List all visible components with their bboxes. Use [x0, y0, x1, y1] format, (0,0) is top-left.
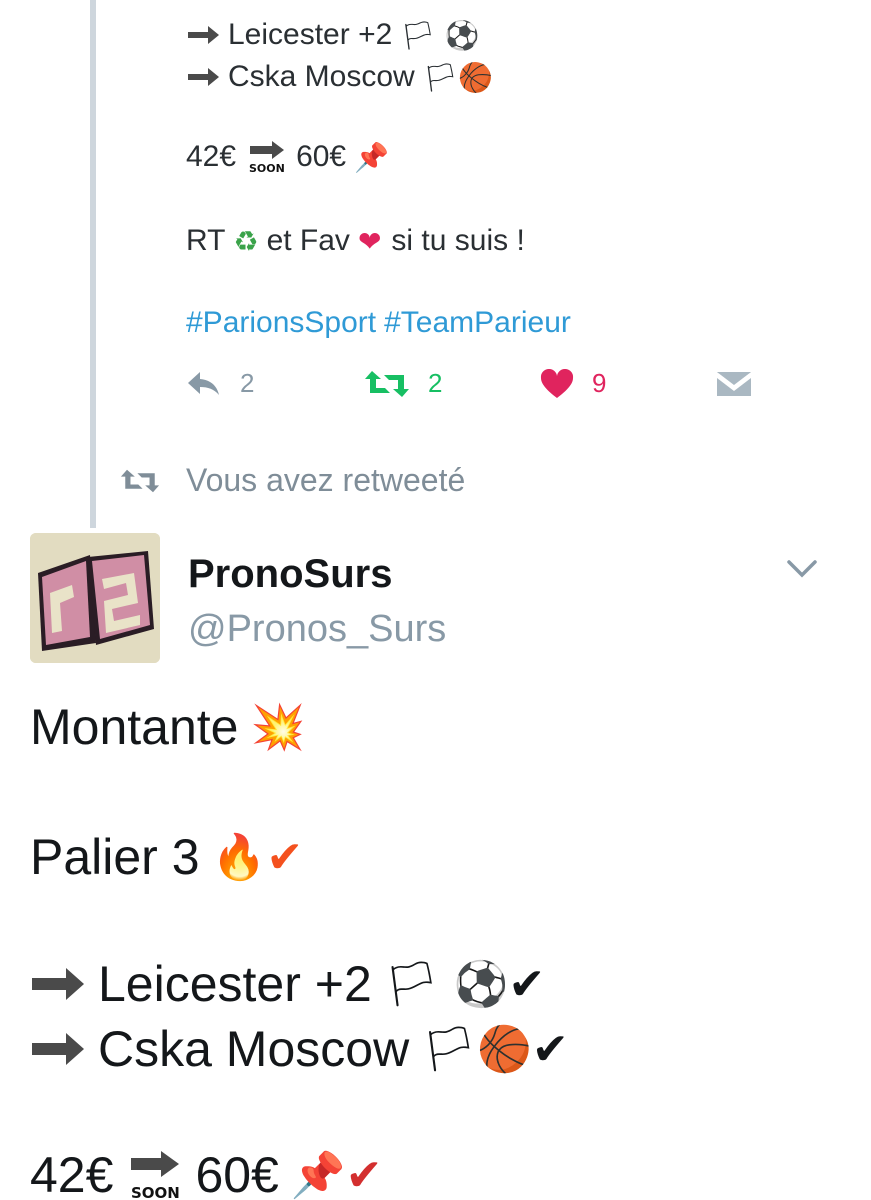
like-count: 9 — [592, 368, 607, 398]
money-to: 60€ — [195, 1147, 279, 1200]
soon-arrow-icon: SOON — [127, 1150, 181, 1200]
upper-rt-line: RT ♻ et Fav ❤ si tu suis ! — [186, 224, 525, 258]
right-arrow-icon — [186, 24, 220, 46]
thread-connector-line — [90, 0, 96, 528]
tweet-line-text: Montante — [30, 699, 239, 755]
upper-line-cska: Cska Moscow 🏳🏀 — [186, 60, 493, 94]
tweet-line-text: Leicester +2 — [98, 956, 372, 1012]
reply-count: 2 — [240, 368, 255, 398]
pushpin-check-emoji: 📌✔ — [290, 1150, 383, 1200]
retweet-icon — [120, 469, 160, 492]
avatar[interactable] — [30, 533, 160, 663]
rt-suffix: si tu suis ! — [391, 224, 525, 257]
svg-text:SOON: SOON — [249, 162, 285, 174]
heart-icon — [540, 368, 574, 398]
retweeted-banner: Vous avez retweeté — [120, 462, 465, 499]
flag-soccer-emoji: 🏳 ⚽ — [400, 18, 480, 52]
svg-text:SOON: SOON — [131, 1184, 180, 1200]
like-button[interactable]: 9 — [540, 368, 606, 399]
flag-basketball-emoji: 🏳🏀 — [422, 60, 494, 94]
upper-line-leicester: Leicester +2 🏳 ⚽ — [186, 18, 480, 52]
pushpin-emoji: 📌 — [354, 140, 389, 174]
hashtag-link[interactable]: #TeamParieur — [384, 306, 571, 340]
right-arrow-icon — [30, 966, 86, 1002]
rt-prefix: RT — [186, 224, 226, 257]
direct-message-button[interactable] — [716, 368, 752, 398]
retweet-button[interactable]: 2 — [364, 368, 442, 399]
upper-line-text: Leicester +2 — [228, 18, 393, 51]
money-from: 42€ — [30, 1147, 114, 1200]
tweet-line-montante: Montante 💥 — [30, 698, 305, 756]
flag-basketball-check-emoji: 🏳🏀✔ — [421, 1024, 569, 1075]
tweet-line-palier: Palier 3 🔥✔ — [30, 828, 303, 886]
reply-icon — [188, 371, 219, 395]
upper-money-line: 42€ SOON 60€ 📌 — [186, 140, 389, 174]
money-from: 42€ — [186, 140, 237, 173]
right-arrow-icon — [186, 66, 220, 88]
user-handle[interactable]: @Pronos_Surs — [188, 608, 446, 651]
tweet-line-cska: Cska Moscow 🏳🏀✔ — [30, 1020, 569, 1078]
chevron-down-icon[interactable] — [786, 558, 818, 580]
upper-line-text: Cska Moscow — [228, 60, 415, 93]
flag-soccer-check-emoji: 🏳 ⚽✔ — [383, 959, 546, 1010]
tweet-action-bar: 2 2 9 — [186, 368, 766, 408]
fire-check-emoji: 🔥✔ — [211, 832, 304, 883]
tweet-money-line: 42€ SOON 60€ 📌✔ — [30, 1146, 383, 1200]
retweeted-text: Vous avez retweeté — [186, 462, 466, 498]
envelope-icon — [717, 372, 751, 396]
retweet-icon — [365, 370, 409, 397]
reply-button[interactable]: 2 — [186, 368, 254, 399]
collision-emoji: 💥 — [250, 702, 306, 753]
hashtag-link[interactable]: #ParionsSport — [186, 306, 376, 340]
money-to: 60€ — [296, 140, 347, 173]
tweet-line-text: Palier 3 — [30, 829, 200, 885]
upper-hashtags: #ParionsSport #TeamParieur — [186, 306, 579, 340]
display-name[interactable]: PronoSurs — [188, 552, 392, 597]
tweet-line-leicester: Leicester +2 🏳 ⚽✔ — [30, 955, 545, 1013]
soon-arrow-icon: SOON — [246, 140, 286, 174]
rt-mid: et Fav — [266, 224, 350, 257]
heart-icon: ❤ — [357, 224, 382, 258]
tweet-line-text: Cska Moscow — [98, 1021, 410, 1077]
right-arrow-icon — [30, 1031, 86, 1067]
recycle-icon: ♻ — [233, 224, 259, 258]
retweet-count: 2 — [428, 368, 443, 398]
